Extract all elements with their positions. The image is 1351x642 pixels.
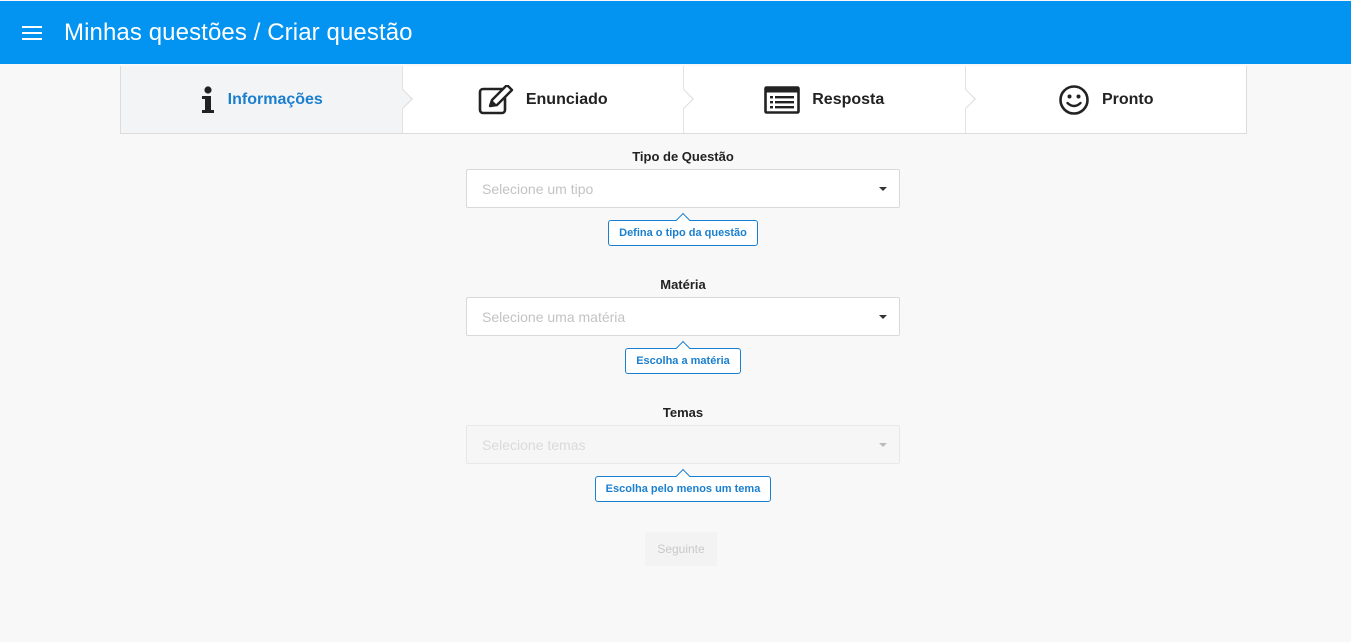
caret-down-icon — [879, 187, 887, 191]
tipo-hint: Defina o tipo da questão — [608, 220, 758, 246]
step-label: Enunciado — [525, 90, 608, 108]
page-title: Minhas questões / Criar questão — [64, 18, 413, 46]
top-app-bar: Minhas questões / Criar questão — [0, 1, 1351, 64]
tipo-placeholder: Selecione um tipo — [482, 180, 594, 197]
smiley-icon — [1058, 84, 1090, 116]
temas-placeholder: Selecione temas — [482, 436, 586, 453]
materia-hint: Escolha a matéria — [625, 348, 741, 374]
caret-down-icon — [879, 443, 887, 447]
step-enunciado[interactable]: Enunciado — [401, 66, 694, 133]
step-label: Pronto — [1101, 90, 1154, 108]
materia-label: Matéria — [660, 277, 706, 292]
next-button[interactable]: Seguinte — [645, 532, 717, 566]
edit-icon — [478, 84, 514, 115]
list-icon — [764, 85, 801, 114]
materia-placeholder: Selecione uma matéria — [482, 308, 626, 325]
step-resposta[interactable]: Resposta — [683, 66, 976, 133]
temas-label: Temas — [662, 405, 704, 420]
temas-select[interactable]: Selecione temas — [466, 425, 900, 464]
stepper: Informações Enunciado Resposta Pronto — [120, 66, 1247, 134]
step-label: Informações — [227, 90, 323, 108]
tipo-hint-wrap: Defina o tipo da questão — [466, 220, 900, 246]
tipo-label: Tipo de Questão — [632, 149, 734, 164]
temas-hint: Escolha pelo menos um tema — [594, 476, 772, 502]
menu-icon[interactable] — [22, 25, 42, 40]
step-informacoes[interactable]: Informações — [121, 66, 413, 133]
step-pronto[interactable]: Pronto — [964, 66, 1246, 133]
step-label: Resposta — [812, 90, 885, 108]
info-icon — [200, 85, 216, 114]
temas-hint-wrap: Escolha pelo menos um tema — [466, 476, 900, 502]
materia-hint-wrap: Escolha a matéria — [466, 348, 900, 374]
materia-select[interactable]: Selecione uma matéria — [466, 297, 900, 336]
tipo-select[interactable]: Selecione um tipo — [466, 169, 900, 208]
caret-down-icon — [879, 315, 887, 319]
